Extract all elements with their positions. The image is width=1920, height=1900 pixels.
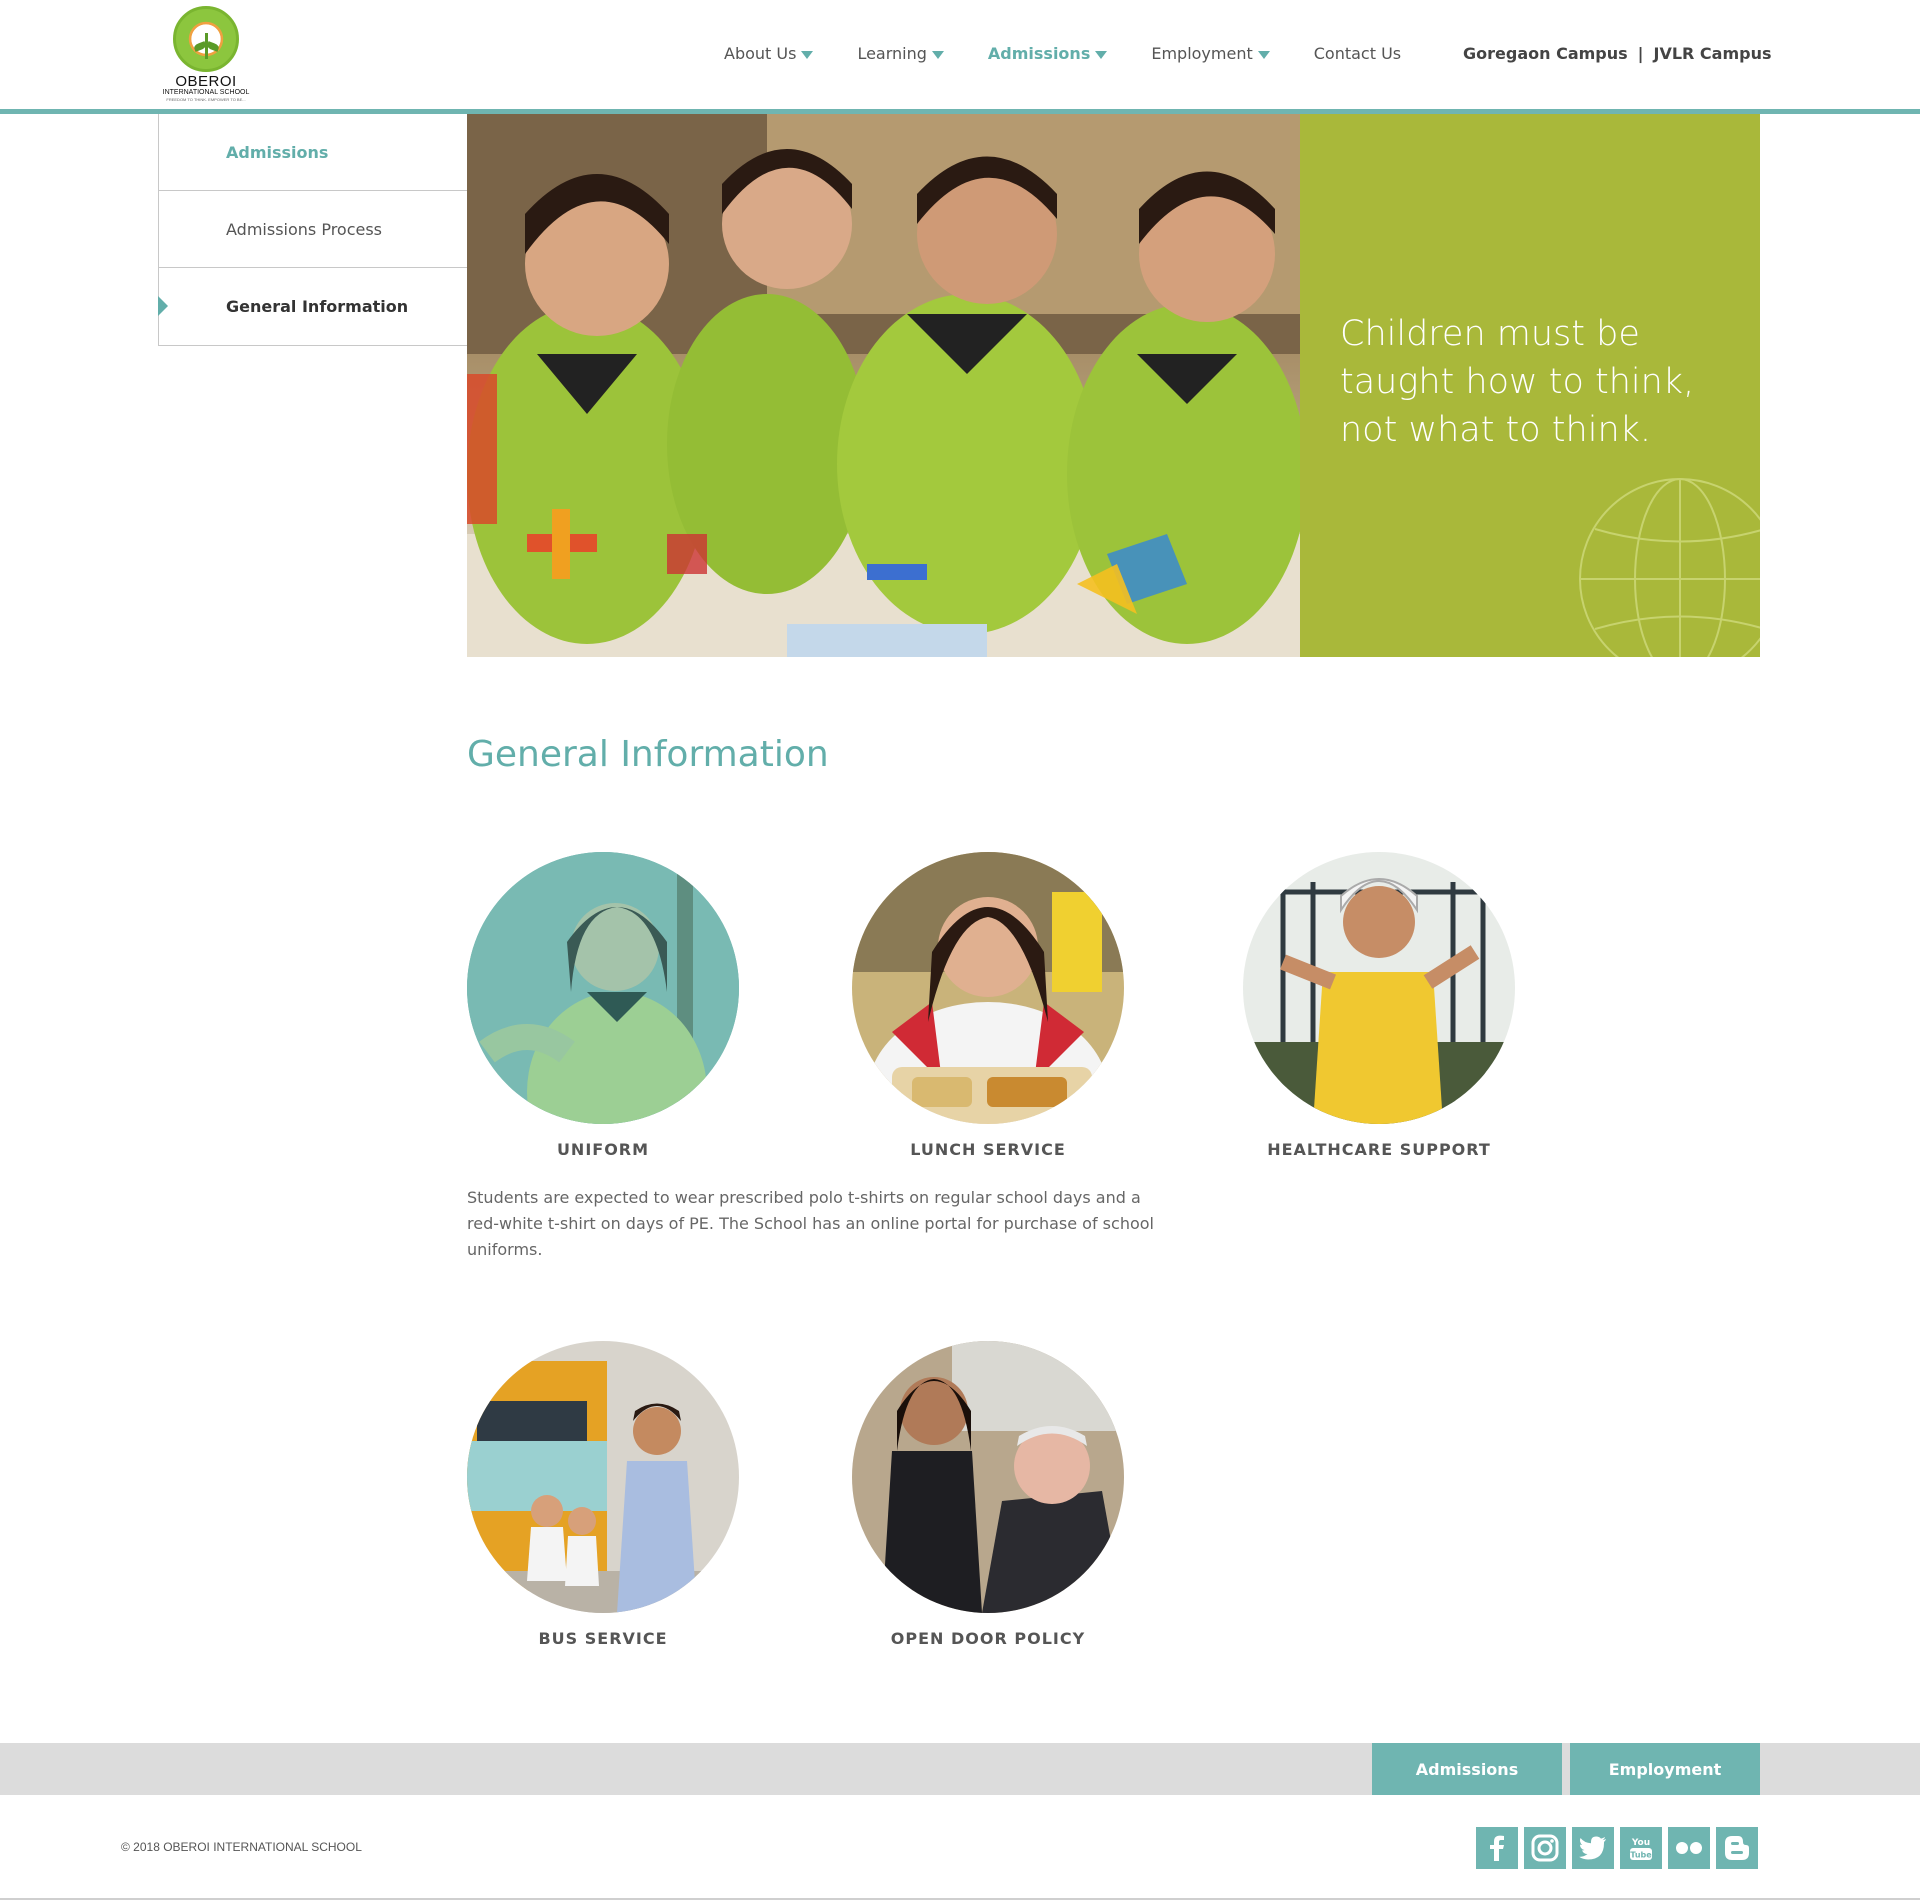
nav-employment-label: Employment xyxy=(1151,44,1253,63)
page-title: General Information xyxy=(467,734,829,775)
card-open-door-policy: OPEN DOOR POLICY xyxy=(852,1341,1124,1648)
card-label[interactable]: HEALTHCARE SUPPORT xyxy=(1243,1140,1515,1159)
caret-down-icon xyxy=(1095,50,1108,59)
logo-subtitle: INTERNATIONAL SCHOOL xyxy=(162,89,250,96)
facebook-icon[interactable] xyxy=(1476,1827,1518,1869)
blogger-icon[interactable] xyxy=(1716,1827,1758,1869)
open-door-policy-photo-illustration xyxy=(852,1341,1124,1613)
healthcare-support-photo[interactable] xyxy=(1243,852,1515,1124)
nav-contact-us[interactable]: Contact Us xyxy=(1314,44,1401,63)
hero-quote-text: Children must be taught how to think, no… xyxy=(1340,314,1695,450)
campus-switcher: Goregaon Campus | JVLR Campus xyxy=(1463,44,1772,63)
open-door-policy-photo[interactable] xyxy=(852,1341,1124,1613)
uniform-description: Students are expected to wear prescribed… xyxy=(467,1188,1154,1259)
hero-quote-panel: Children must be taught how to think, no… xyxy=(1300,114,1760,657)
uniform-photo[interactable] xyxy=(467,852,739,1124)
nav-about-us[interactable]: About Us xyxy=(724,44,814,63)
nav-about-us-label: About Us xyxy=(724,44,797,63)
current-arrow-icon xyxy=(158,296,168,316)
flickr-icon[interactable] xyxy=(1668,1827,1710,1869)
campus-jvlr-link[interactable]: JVLR Campus xyxy=(1654,44,1772,63)
school-logo[interactable]: OBEROI INTERNATIONAL SCHOOL FREEDOM TO T… xyxy=(158,6,254,106)
logo-tagline: FREEDOM TO THINK. EMPOWER TO BE... xyxy=(166,97,246,102)
campus-separator: | xyxy=(1637,44,1644,63)
campus-goregaon-link[interactable]: Goregaon Campus xyxy=(1463,44,1628,63)
social-links: You Tube xyxy=(1476,1827,1764,1869)
svg-text:You: You xyxy=(1631,1838,1650,1848)
card-label[interactable]: UNIFORM xyxy=(467,1140,739,1159)
nav-admissions-label: Admissions xyxy=(987,44,1091,63)
footer-employment-button[interactable]: Employment xyxy=(1570,1743,1760,1795)
side-item-admissions-process[interactable]: Admissions Process xyxy=(159,191,467,268)
caret-down-icon xyxy=(931,50,944,59)
card-lunch-service: LUNCH SERVICE xyxy=(852,852,1124,1159)
hero-photo xyxy=(467,114,1300,657)
logo-emblem-icon xyxy=(173,6,239,72)
hero-banner: Children must be taught how to think, no… xyxy=(467,114,1760,657)
bus-service-photo[interactable] xyxy=(467,1341,739,1613)
healthcare-support-photo-illustration xyxy=(1243,852,1515,1124)
footer-admissions-button[interactable]: Admissions xyxy=(1372,1743,1562,1795)
nav-employment[interactable]: Employment xyxy=(1151,44,1270,63)
nav-admissions[interactable]: Admissions xyxy=(987,44,1108,63)
main-nav: About Us Learning Admissions Employment … xyxy=(724,44,1445,63)
globe-watermark-icon xyxy=(1579,478,1760,657)
card-healthcare-support: HEALTHCARE SUPPORT xyxy=(1243,852,1515,1159)
instagram-icon[interactable] xyxy=(1524,1827,1566,1869)
side-item-label: Admissions Process xyxy=(226,219,383,239)
side-item-label: Admissions xyxy=(226,142,329,162)
card-label[interactable]: BUS SERVICE xyxy=(467,1629,739,1648)
uniform-photo-illustration xyxy=(467,852,739,1124)
copyright-text: © 2018 OBEROI INTERNATIONAL SCHOOL xyxy=(121,1840,362,1854)
nav-learning[interactable]: Learning xyxy=(857,44,944,63)
bus-service-photo-illustration xyxy=(467,1341,739,1613)
card-label[interactable]: LUNCH SERVICE xyxy=(852,1140,1124,1159)
lunch-service-photo-illustration xyxy=(852,852,1124,1124)
caret-down-icon xyxy=(801,50,814,59)
nav-contact-us-label: Contact Us xyxy=(1313,44,1402,63)
side-item-label: General Information xyxy=(226,297,409,316)
card-label[interactable]: OPEN DOOR POLICY xyxy=(852,1629,1124,1648)
caret-down-icon xyxy=(1257,50,1270,59)
side-item-admissions[interactable]: Admissions xyxy=(159,114,467,191)
side-item-general-information[interactable]: General Information xyxy=(158,268,467,345)
card-uniform: UNIFORM xyxy=(467,852,739,1159)
twitter-icon[interactable] xyxy=(1572,1827,1614,1869)
nav-learning-label: Learning xyxy=(857,44,927,63)
site-header: OBEROI INTERNATIONAL SCHOOL FREEDOM TO T… xyxy=(0,0,1920,114)
side-menu: Admissions Admissions Process General In… xyxy=(158,114,468,346)
svg-text:Tube: Tube xyxy=(1630,1851,1652,1860)
hero-photo-illustration xyxy=(467,114,1300,657)
card-bus-service: BUS SERVICE xyxy=(467,1341,739,1648)
logo-name: OBEROI xyxy=(175,73,237,90)
lunch-service-photo[interactable] xyxy=(852,852,1124,1124)
youtube-icon[interactable]: You Tube xyxy=(1620,1827,1662,1869)
